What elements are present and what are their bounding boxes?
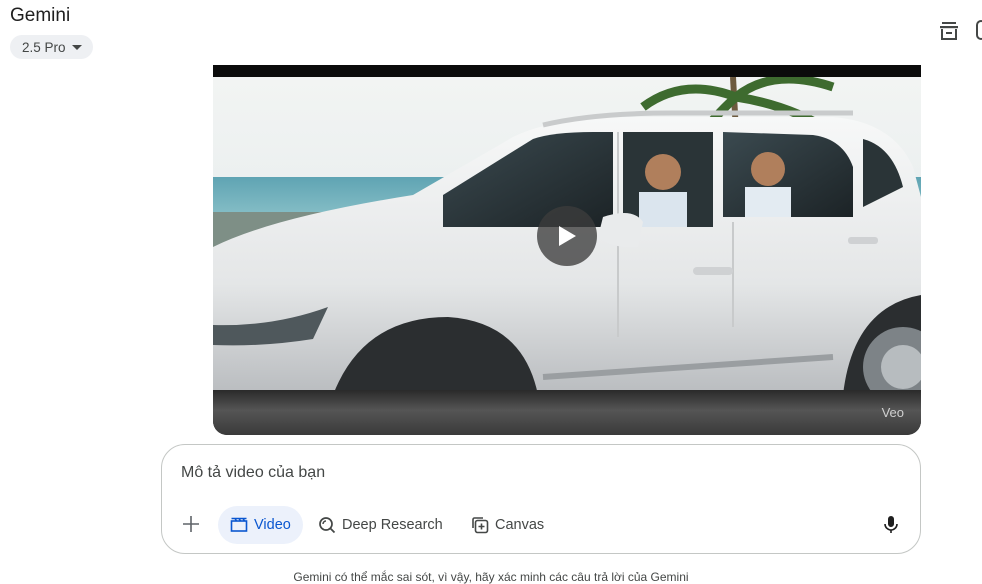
video-top-bar [213,65,921,77]
canvas-label: Canvas [495,517,545,533]
plus-icon [183,516,199,532]
play-button[interactable] [537,206,597,266]
canvas-icon [472,517,489,534]
research-icon [319,517,336,534]
deep-research-button[interactable]: Deep Research [306,506,455,544]
prompt-composer: Video Deep Research Canvas [161,444,921,554]
clapperboard-icon [230,517,248,532]
play-icon [559,226,576,246]
caret-down-icon [71,44,82,50]
side-panel-edge-icon[interactable] [976,20,982,40]
video-tool-label: Video [254,517,291,533]
veo-watermark: Veo [881,405,904,420]
model-selector[interactable]: 2.5 Pro [10,35,93,59]
video-tool-button[interactable]: Video [218,506,303,544]
prompt-input[interactable] [181,464,881,482]
add-attachment-button[interactable] [180,513,202,535]
video-player[interactable]: Veo [213,65,921,435]
video-controls-fade [213,390,921,435]
deep-research-label: Deep Research [342,517,443,533]
archive-button[interactable] [937,18,961,44]
microphone-button[interactable] [880,514,902,536]
model-label: 2.5 Pro [22,39,66,55]
microphone-icon [884,516,898,533]
canvas-button[interactable]: Canvas [459,506,556,544]
tool-row: Video Deep Research Canvas [162,506,920,544]
archive-icon [940,22,958,40]
disclaimer: Gemini có thể mắc sai sót, vì vậy, hãy x… [293,570,689,584]
app-title: Gemini [10,5,71,26]
